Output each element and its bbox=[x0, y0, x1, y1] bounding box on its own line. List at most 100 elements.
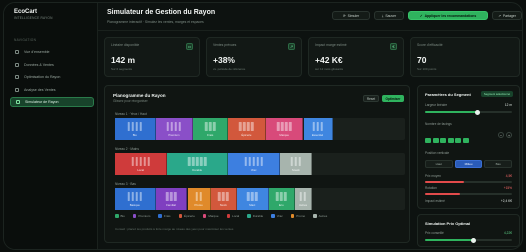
brand[interactable]: EcoCart INTELLIGENCE RAYON bbox=[14, 9, 53, 20]
sidebar-item-data[interactable]: Données & Ventes bbox=[10, 60, 94, 70]
kpi-card-marge: Impact marge estimé +42 K€ sur 12 mois g… bbox=[308, 37, 404, 77]
slider-knob[interactable] bbox=[475, 109, 481, 115]
kpi-label: Linéaire disponible bbox=[111, 43, 140, 47]
shelf-segment[interactable]: Marque bbox=[265, 118, 304, 140]
sidebar-item-overview[interactable]: Vue d'ensemble bbox=[10, 47, 94, 57]
shelf-level-2: Local Durable Vrac Snack bbox=[115, 153, 405, 175]
legend-label: Autres bbox=[318, 214, 328, 218]
kpi-value: 70 bbox=[417, 55, 427, 65]
shelf-segment[interactable]: Eco bbox=[268, 188, 295, 210]
impact-label: Impact estimé bbox=[425, 199, 445, 203]
sidebar-item-label: Optimisation du Rayon bbox=[24, 75, 61, 79]
optimize-button[interactable]: Optimiser bbox=[382, 95, 404, 102]
rotation-value: +15% bbox=[503, 186, 512, 190]
simulation-slider[interactable] bbox=[425, 237, 512, 243]
sidebar-item-simulator[interactable]: Simulateur de Rayon bbox=[10, 97, 94, 107]
legend-swatch bbox=[202, 214, 207, 218]
kpi-sub: Sur 100 points bbox=[417, 67, 437, 71]
segment-label: Marque bbox=[279, 133, 289, 137]
prix-label: Prix moyen bbox=[425, 174, 441, 178]
shelf-segment[interactable]: Premium bbox=[155, 118, 194, 140]
kpi-label: Ventes prévues bbox=[213, 43, 237, 47]
reset-button[interactable]: Reset bbox=[363, 95, 379, 102]
product-facings bbox=[165, 192, 177, 201]
shelf-segment[interactable]: Autres bbox=[294, 188, 313, 210]
legend-label: Frais bbox=[163, 214, 171, 218]
position-label: Position verticale bbox=[425, 151, 450, 155]
position-high[interactable]: Haut bbox=[425, 160, 453, 168]
sidebar-section-label: NAVIGATION bbox=[14, 38, 37, 42]
share-button[interactable]: ↗ Partager bbox=[492, 11, 522, 20]
shelf-segment[interactable]: Local bbox=[115, 153, 168, 175]
segment-label: Snack bbox=[291, 168, 300, 172]
shelf-segment[interactable]: Essentiel bbox=[303, 118, 333, 140]
legend-swatch bbox=[178, 214, 183, 218]
kpi-value: 142 m bbox=[111, 55, 136, 65]
product-facings bbox=[217, 192, 229, 201]
minus-icon[interactable]: − bbox=[498, 132, 504, 138]
shelf-segment[interactable]: Snack bbox=[280, 153, 313, 175]
kpi-label: Impact marge estimé bbox=[315, 43, 347, 47]
apply-recommendations-button[interactable]: ✓ Appliquer les recommandations bbox=[408, 11, 488, 20]
sidebar-item-label: Vue d'ensemble bbox=[24, 50, 50, 54]
largeur-slider[interactable] bbox=[425, 109, 512, 115]
legend-swatch bbox=[158, 214, 162, 218]
shelf-segment[interactable]: Bio bbox=[115, 118, 156, 140]
segment-label: Familial bbox=[166, 203, 176, 207]
shelf-segment[interactable]: Durable bbox=[167, 153, 229, 175]
legend-swatch bbox=[313, 214, 317, 218]
product-facings bbox=[299, 192, 307, 201]
product-facings bbox=[195, 192, 202, 201]
legend-label: Durable bbox=[252, 214, 264, 218]
facings-label: Nombre de facings bbox=[425, 122, 452, 126]
simulate-button[interactable]: ⟳ Simuler bbox=[332, 11, 370, 20]
legend-item: Épicerie bbox=[178, 214, 195, 218]
impact-value: +2,4 K€ bbox=[500, 199, 512, 203]
planogram-tip: Conseil : placez les produits à forte ma… bbox=[115, 227, 234, 231]
shelf-segment[interactable]: Stock bbox=[210, 188, 237, 210]
shelf-segment[interactable]: Frais bbox=[193, 118, 229, 140]
params-badge: Segment sélectionné bbox=[480, 91, 513, 97]
segment-label: Épicerie bbox=[241, 133, 252, 137]
sidebar-item-label: Analyse des Ventes bbox=[24, 87, 56, 92]
shelf-segment[interactable]: Vrac bbox=[228, 153, 281, 175]
shelf-segment[interactable]: Basique bbox=[115, 188, 156, 210]
shelf-segment[interactable]: Familial bbox=[155, 188, 188, 210]
page-header: Simulateur de Gestion du Rayon Planogram… bbox=[98, 3, 522, 31]
sliders-icon bbox=[15, 75, 19, 79]
legend-item: Bio bbox=[115, 214, 125, 218]
page-subtitle: Planogramme interactif · Simulez les ven… bbox=[107, 20, 204, 24]
product-facings bbox=[204, 122, 216, 131]
shelf-level-3: Basique Familial Promo Stock Maxi Eco Autres bbox=[115, 188, 405, 210]
plus-icon[interactable]: + bbox=[506, 132, 512, 138]
planogram-panel: Planogramme du Rayon Glissez pour réorga… bbox=[104, 85, 410, 243]
kpi-card-score: Score d'efficacité 70 Sur 100 points bbox=[410, 37, 520, 77]
price-simulation-panel: Simulation Prix Optimal Prix conseillé 4… bbox=[417, 214, 520, 247]
sidebar-item-optimisation[interactable]: Optimisation du Rayon bbox=[10, 72, 94, 82]
position-middle[interactable]: Milieu bbox=[454, 160, 483, 168]
rotation-slider[interactable] bbox=[425, 193, 512, 195]
check-icon: ✓ bbox=[419, 13, 423, 18]
legend-label: Local bbox=[232, 214, 240, 218]
product-facings bbox=[290, 157, 301, 166]
facings-indicator bbox=[425, 138, 469, 143]
shelf-segment[interactable]: Épicerie bbox=[228, 118, 266, 140]
app-window: EcoCart INTELLIGENCE RAYON NAVIGATION Vu… bbox=[3, 2, 523, 250]
facings-stepper[interactable]: − + bbox=[498, 132, 512, 138]
segment-label: Promo bbox=[194, 203, 203, 207]
kpi-value: +42 K€ bbox=[315, 55, 343, 65]
position-low[interactable]: Bas bbox=[484, 160, 513, 168]
euro-icon: € bbox=[390, 43, 397, 50]
sidebar-item-analysis[interactable]: Analyse des Ventes bbox=[10, 85, 94, 95]
shelf-segment[interactable]: Promo bbox=[187, 188, 211, 210]
prix-slider[interactable] bbox=[425, 181, 512, 183]
legend-swatch bbox=[271, 214, 275, 218]
slider-knob[interactable] bbox=[471, 237, 477, 243]
legend-swatch bbox=[132, 214, 137, 218]
shelf-segment[interactable]: Maxi bbox=[236, 188, 269, 210]
kpi-label: Score d'efficacité bbox=[417, 43, 443, 47]
save-button[interactable]: ⤓ Sauver bbox=[374, 11, 404, 20]
position-toggle[interactable]: Haut Milieu Bas bbox=[425, 160, 513, 168]
sidebar-item-label: Données & Ventes bbox=[24, 62, 54, 67]
shelf-label: Niveau 1 · Yeux / Haut bbox=[115, 112, 147, 116]
